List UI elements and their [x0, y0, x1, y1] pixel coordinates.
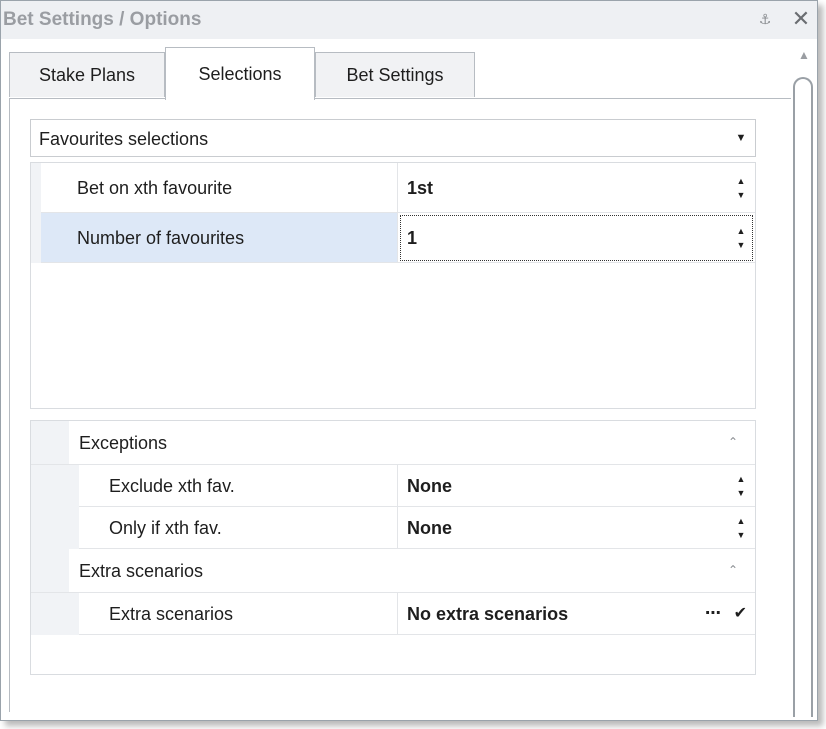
- row-gutter: [31, 593, 69, 635]
- group-header-extra-scenarios[interactable]: Extra scenarios ⌃: [31, 549, 755, 593]
- spin-arrows-icon[interactable]: ▲ ▼: [735, 225, 747, 251]
- property-value: No extra scenarios: [407, 604, 569, 624]
- property-label: Only if xth fav.: [79, 507, 398, 549]
- property-grid: Bet on xth favourite 1st ▲ ▼ Number of f…: [30, 162, 756, 409]
- spin-arrows-icon[interactable]: ▲ ▼: [735, 175, 747, 201]
- property-row-extra-scenarios[interactable]: Extra scenarios No extra scenarios ⋯ ✔: [31, 593, 755, 635]
- property-label: Exclude xth fav.: [79, 465, 398, 507]
- scroll-up-icon[interactable]: ▲: [796, 47, 812, 63]
- window-title: Bet Settings / Options: [3, 9, 202, 30]
- tab-selections[interactable]: Selections: [165, 47, 315, 100]
- vertical-scrollbar[interactable]: ▲: [791, 39, 817, 722]
- title-bar: Bet Settings / Options ⚓ ✕: [1, 1, 817, 39]
- property-value-field[interactable]: 1st ▲ ▼: [398, 163, 755, 213]
- row-gutter: [31, 549, 69, 592]
- row-gutter: [31, 507, 69, 549]
- tab-bar: Stake Plans Selections Bet Settings: [1, 39, 791, 100]
- spin-up-icon[interactable]: ▲: [735, 473, 747, 485]
- selection-type-dropdown[interactable]: Favourites selections ▼: [30, 119, 756, 157]
- property-label: Bet on xth favourite: [41, 163, 398, 213]
- spin-arrows-icon[interactable]: ▲ ▼: [735, 473, 747, 499]
- row-gutter: [31, 163, 41, 213]
- property-value-field[interactable]: 1 ▲ ▼: [398, 213, 755, 263]
- scrollbar-thumb[interactable]: [793, 77, 813, 717]
- close-icon[interactable]: ✕: [789, 6, 813, 32]
- property-label: Number of favourites: [41, 213, 398, 263]
- property-value: None: [407, 518, 452, 538]
- property-value: None: [407, 476, 452, 496]
- property-value-field[interactable]: None ▲ ▼: [398, 465, 755, 507]
- chevron-up-icon[interactable]: ⌃: [725, 433, 741, 451]
- property-row-number-of-favourites[interactable]: Number of favourites 1 ▲ ▼: [31, 213, 755, 263]
- row-gutter: [31, 465, 69, 507]
- property-row-bet-on-xth-favourite[interactable]: Bet on xth favourite 1st ▲ ▼: [31, 163, 755, 213]
- chevron-up-icon[interactable]: ⌃: [725, 561, 741, 579]
- property-label: Extra scenarios: [79, 593, 398, 635]
- spin-down-icon[interactable]: ▼: [735, 529, 747, 541]
- ellipsis-icon[interactable]: ⋯: [705, 593, 721, 635]
- spin-down-icon[interactable]: ▼: [735, 189, 747, 201]
- group-label: Exceptions: [79, 433, 168, 453]
- group-header-exceptions[interactable]: Exceptions ⌃: [31, 421, 755, 465]
- property-row-exclude-xth-fav[interactable]: Exclude xth fav. None ▲ ▼: [31, 465, 755, 507]
- tab-bet-settings[interactable]: Bet Settings: [315, 52, 475, 97]
- row-gutter: [69, 593, 79, 635]
- group-label: Extra scenarios: [79, 561, 204, 581]
- row-gutter: [31, 213, 41, 263]
- property-value-field[interactable]: No extra scenarios ⋯ ✔: [398, 593, 755, 635]
- chevron-down-icon[interactable]: ▼: [733, 130, 749, 146]
- spin-down-icon[interactable]: ▼: [735, 239, 747, 251]
- spin-up-icon[interactable]: ▲: [735, 515, 747, 527]
- spin-up-icon[interactable]: ▲: [735, 225, 747, 237]
- bet-settings-window: Bet Settings / Options ⚓ ✕ Stake Plans S…: [0, 0, 818, 721]
- property-row-only-if-xth-fav[interactable]: Only if xth fav. None ▲ ▼: [31, 507, 755, 549]
- advanced-property-grid: Exceptions ⌃ Exclude xth fav. None ▲ ▼ O…: [30, 420, 756, 675]
- selection-type-value: Favourites selections: [39, 129, 209, 149]
- spin-down-icon[interactable]: ▼: [735, 487, 747, 499]
- check-icon[interactable]: ✔: [734, 593, 747, 635]
- tab-stake-plans[interactable]: Stake Plans: [9, 52, 165, 97]
- spin-arrows-icon[interactable]: ▲ ▼: [735, 515, 747, 541]
- property-value: 1st: [407, 178, 434, 198]
- row-gutter: [69, 465, 79, 507]
- spin-up-icon[interactable]: ▲: [735, 175, 747, 187]
- row-gutter: [31, 421, 69, 464]
- property-value-field[interactable]: None ▲ ▼: [398, 507, 755, 549]
- pin-icon[interactable]: ⚓: [757, 9, 773, 29]
- property-value: 1: [407, 228, 418, 248]
- row-gutter: [69, 507, 79, 549]
